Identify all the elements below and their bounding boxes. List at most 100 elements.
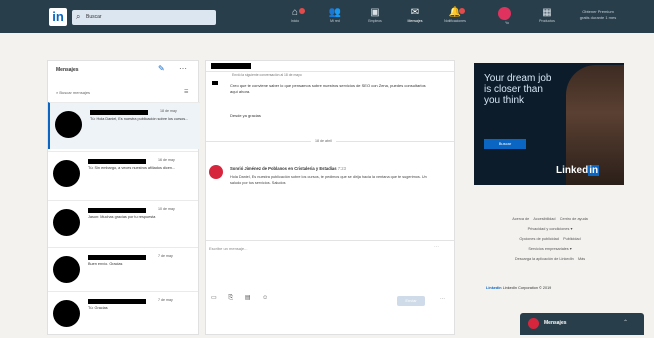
footer-links: Acerca de Accesibilidad Centro de ayuda …: [512, 217, 588, 261]
footer-link[interactable]: Servicios empresariales: [528, 247, 568, 251]
grid-icon: ▦: [542, 7, 552, 18]
footer-link[interactable]: Descarga la aplicación de LinkedIn: [515, 257, 574, 261]
jobs-icon: ▣: [370, 7, 380, 18]
compose-area[interactable]: [206, 240, 454, 335]
messages-search-placeholder: Buscar mensajes: [59, 90, 91, 95]
footer-link[interactable]: Accesibilidad: [533, 217, 555, 221]
nav-products[interactable]: ▦ Productos: [530, 6, 564, 30]
messages-title: Mensajes: [56, 67, 79, 73]
footer-link[interactable]: Acerca de: [512, 217, 529, 221]
nav-products-label: Productos: [539, 19, 555, 23]
avatar: [53, 160, 80, 187]
sender-name-text: Sonrió Jiménez de Poblanos en Cristaleri…: [230, 166, 337, 171]
footer-brand-box: in: [498, 286, 502, 290]
footer-link[interactable]: Centro de ayuda: [560, 217, 588, 221]
conversation-date: 7 de may: [158, 254, 173, 258]
network-icon: 👥: [328, 7, 342, 18]
messaging-overlay-bar[interactable]: Mensajes ⌃: [520, 313, 644, 335]
redacted-name: [211, 63, 251, 69]
nav-network[interactable]: 👥 Mi red: [318, 6, 352, 30]
conversation-item[interactable]: 7 de may Buen envío. Gracias: [48, 247, 198, 294]
nav-network-label: Mi red: [330, 19, 340, 23]
premium-link[interactable]: Obtener Premium gratis durante 1 mes: [567, 9, 629, 21]
conversation-date: 10 de may: [158, 207, 175, 211]
nav-jobs[interactable]: ▣ Empleos: [358, 6, 392, 30]
avatar: [53, 209, 80, 236]
top-navbar: in ⌕ Buscar ⌂ Inicio 👥 Mi red ▣ Empleos …: [0, 0, 654, 33]
message-thanks: Desde ya gracias: [230, 113, 261, 118]
send-options-icon[interactable]: ⋯: [440, 296, 445, 302]
date-divider-label: 18 de abril: [311, 139, 336, 143]
redacted-block: [212, 81, 218, 85]
nav-notifications[interactable]: 🔔 Notificaciones: [438, 6, 472, 30]
nav-home-label: Inicio: [290, 19, 300, 23]
sender-time: 7:23: [337, 166, 346, 171]
nav-home[interactable]: ⌂ Inicio: [278, 6, 312, 30]
conversation-date: 7 de may: [158, 298, 173, 302]
footer-link[interactable]: Más: [578, 257, 585, 261]
conversation-item[interactable]: 7 de may Tú: Gracias: [48, 291, 198, 338]
sender-name[interactable]: Sonrió Jiménez de Poblanos en Cristaleri…: [230, 166, 346, 171]
redacted-name: [88, 299, 146, 304]
footer-link[interactable]: Opciones de publicidad: [519, 237, 558, 241]
nav-messaging-label: Mensajes: [407, 19, 423, 23]
compose-icon[interactable]: ✎: [158, 64, 165, 73]
search-input[interactable]: ⌕ Buscar: [72, 10, 216, 25]
gif-icon[interactable]: ▤: [245, 295, 251, 301]
sender-message: Hola Daniel, Es nuestra publicación sobr…: [230, 175, 427, 185]
messages-search-input[interactable]: ⌕ Buscar mensajes: [56, 90, 90, 95]
nav-messaging[interactable]: ✉ Mensajes: [398, 6, 432, 30]
footer-link[interactable]: Publicidad: [563, 237, 581, 241]
conversation-preview: Tú: Gracias: [88, 306, 108, 310]
redacted-name: [88, 255, 146, 260]
avatar: [55, 111, 82, 138]
emoji-icon[interactable]: ☺: [262, 295, 268, 301]
messaging-icon: ✉: [410, 7, 420, 18]
ad-brand: Linkedin: [556, 165, 600, 176]
premium-line2: gratis durante 1 mes: [579, 15, 617, 20]
image-icon[interactable]: ▭: [211, 295, 217, 301]
copyright: LinkedIn Corporation © 2019: [502, 286, 552, 290]
send-button[interactable]: Enviar: [397, 296, 425, 306]
ad-headline: Your dream job is closer than you think: [484, 73, 552, 106]
linkedin-logo[interactable]: in: [49, 8, 67, 26]
notification-badge: [299, 8, 305, 14]
filter-icon[interactable]: ☰: [184, 89, 188, 95]
avatar: [53, 256, 80, 283]
conversation-preview: Tú: Hola Daniel, Es nuestra publicación …: [90, 117, 189, 121]
search-icon: ⌕: [76, 12, 81, 21]
redacted-name: [88, 208, 146, 213]
message-body: Creo que te conviene saber lo que pensam…: [230, 83, 426, 94]
messaging-bar-label: Mensajes: [544, 320, 567, 326]
conversation-date: 16 de may: [158, 158, 175, 162]
compose-placeholder[interactable]: Escribe un mensaje...: [209, 246, 247, 251]
redacted-name: [88, 159, 146, 164]
nav-jobs-label: Empleos: [368, 19, 382, 23]
more-options-icon[interactable]: ⋯: [179, 64, 187, 73]
ad-brand-box: in: [588, 165, 600, 176]
attach-icon[interactable]: ⎘: [228, 295, 233, 301]
conversation-preview: Tú: Sin embargo, a veces nuestros afilia…: [88, 166, 176, 170]
footer-brand: Linkedin LinkedIn Corporation © 2019: [486, 286, 551, 290]
conversation-item[interactable]: 18 de may Tú: Hola Daniel, Es nuestra pu…: [48, 102, 200, 149]
compose-toolbar: ▭ ⎘ ▤ ☺: [211, 294, 278, 302]
home-icon: ⌂: [291, 7, 299, 18]
chevron-up-icon[interactable]: ⌃: [623, 319, 628, 326]
footer-link[interactable]: Privacidad y condiciones: [528, 227, 570, 231]
conversation-preview: Buen envío. Gracias: [88, 262, 123, 266]
search-placeholder: Buscar: [86, 14, 102, 20]
conversation-item[interactable]: 16 de may Tú: Sin embargo, a veces nuest…: [48, 151, 198, 198]
conversation-preview: Jason: Muchas gracias por tu respuesta: [88, 215, 156, 219]
conversation-item[interactable]: 10 de may Jason: Muchas gracias por tu r…: [48, 200, 198, 247]
compose-expand-icon[interactable]: ⋯: [434, 244, 439, 250]
conversation-header: [206, 62, 454, 72]
nav-me[interactable]: Yo: [490, 6, 524, 30]
footer-brand-text: Linked: [486, 286, 499, 290]
avatar: [498, 7, 511, 20]
notification-badge: [459, 8, 465, 14]
conversation-date: 18 de may: [160, 109, 177, 113]
ad-button[interactable]: Buscar: [484, 139, 526, 149]
ad-banner[interactable]: Your dream job is closer than you think …: [474, 63, 624, 185]
sender-avatar[interactable]: [209, 165, 223, 179]
nav-notifications-label: Notificaciones: [444, 19, 466, 23]
